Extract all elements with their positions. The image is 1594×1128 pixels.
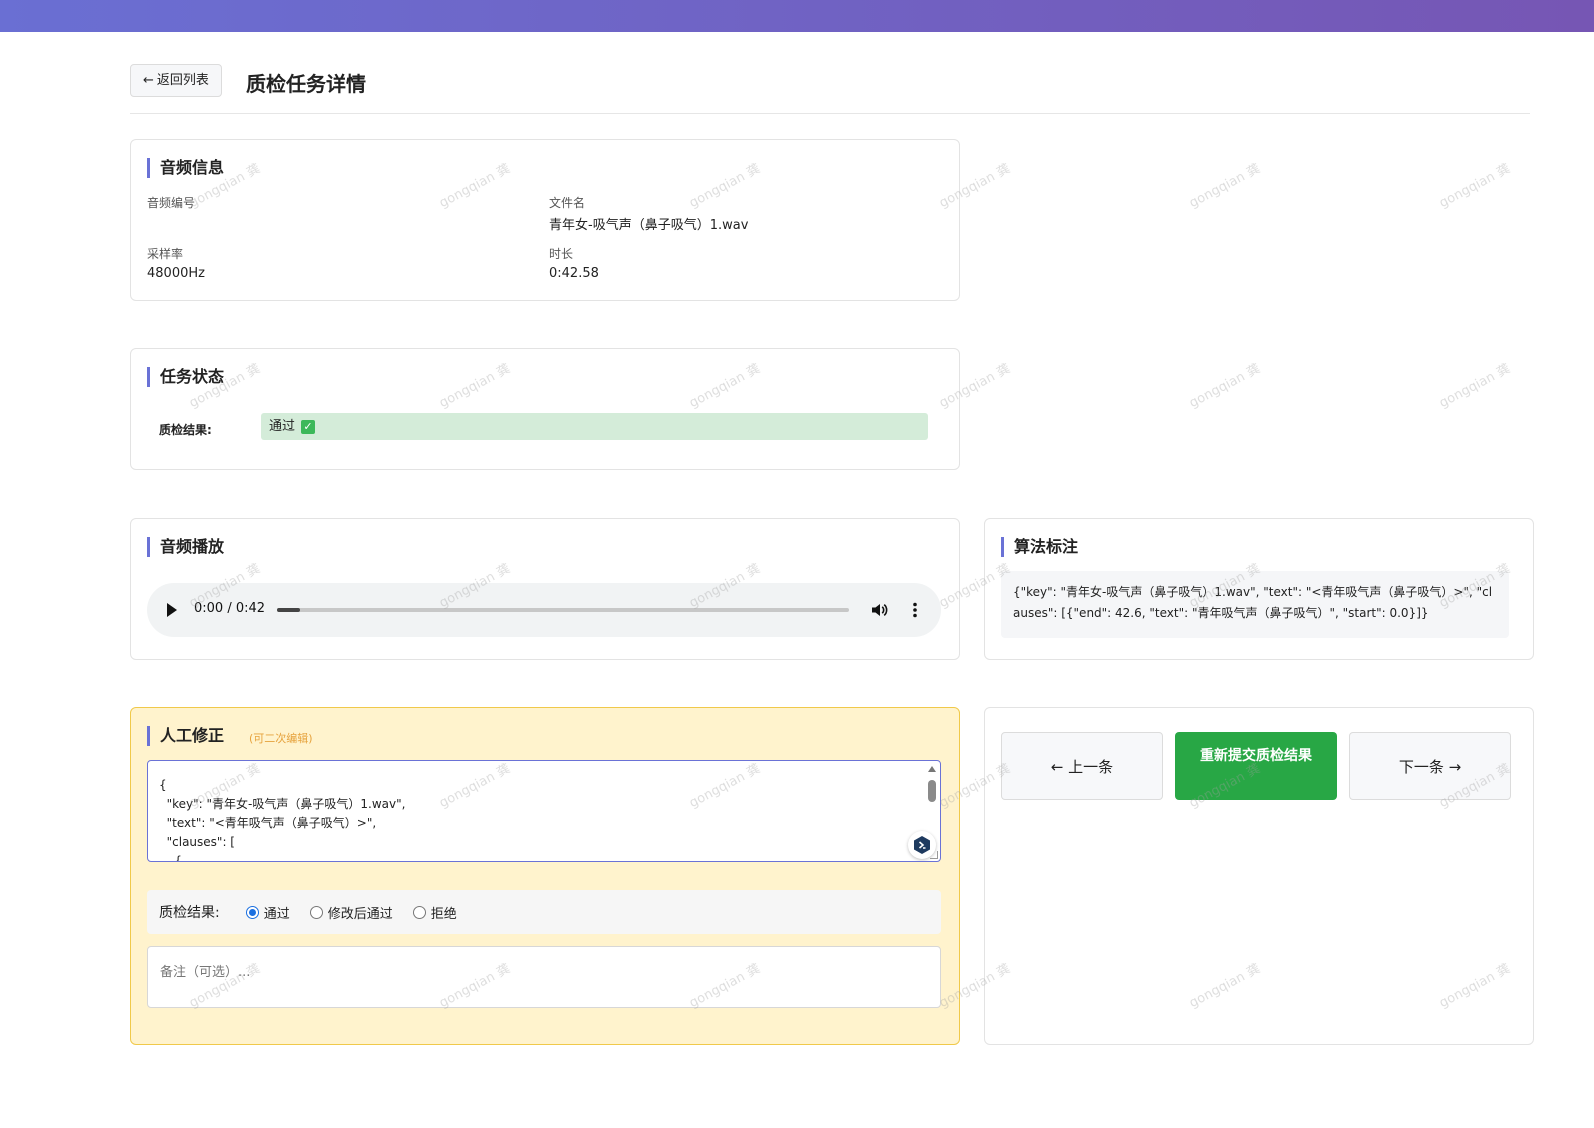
radio-pass-label: 通过 bbox=[263, 906, 290, 922]
json-editor-textarea[interactable]: { "key": "青年女-吸气声（鼻子吸气）1.wav", "text": "… bbox=[147, 760, 941, 862]
audio-info-title: 音频信息 bbox=[147, 158, 224, 178]
remark-textarea[interactable]: 备注（可选）... bbox=[147, 946, 941, 1008]
volume-icon[interactable] bbox=[869, 600, 889, 620]
watermark: gongqian 龚 bbox=[1186, 361, 1263, 412]
back-to-list-button[interactable]: ← 返回列表 bbox=[130, 64, 222, 97]
back-button-label: 返回列表 bbox=[156, 73, 209, 88]
manual-correction-title: 人工修正 bbox=[147, 726, 224, 746]
audio-progress-fill bbox=[277, 608, 300, 612]
top-gradient-bar bbox=[0, 0, 1594, 32]
page-title: 质检任务详情 bbox=[246, 72, 366, 96]
arrow-left-icon: ← bbox=[143, 73, 154, 88]
audio-id-label: 音频编号 bbox=[147, 196, 196, 210]
scroll-thumb[interactable] bbox=[928, 780, 936, 802]
samplerate-label: 采样率 bbox=[147, 247, 184, 261]
qc-radio-label: 质检结果: bbox=[159, 905, 220, 921]
page-header: ← 返回列表 质检任务详情 bbox=[130, 64, 1530, 114]
editable-hint: (可二次编辑) bbox=[249, 732, 313, 745]
algo-annotation-content: {"key": "青年女-吸气声（鼻子吸气）1.wav", "text": "<… bbox=[1001, 571, 1509, 638]
radio-pass-after-edit-circle[interactable] bbox=[309, 905, 323, 919]
json-line: { bbox=[159, 854, 182, 862]
duration-label: 时长 bbox=[549, 247, 574, 261]
audio-player: 0:00 / 0:42 bbox=[147, 583, 941, 637]
filename-label: 文件名 bbox=[549, 196, 586, 210]
play-icon[interactable] bbox=[167, 603, 177, 617]
algo-annotation-card: 算法标注 {"key": "青年女-吸气声（鼻子吸气）1.wav", "text… bbox=[984, 518, 1534, 660]
radio-pass-after-edit[interactable]: 修改后通过 bbox=[309, 903, 393, 922]
json-line: "text": "<青年吸气声（鼻子吸气）>", bbox=[159, 816, 377, 830]
qc-result-value: 通过 ✓ bbox=[261, 413, 928, 440]
radio-reject-label: 拒绝 bbox=[430, 906, 457, 922]
json-line: "key": "青年女-吸气声（鼻子吸气）1.wav", bbox=[159, 797, 406, 811]
manual-correction-card: 人工修正 (可二次编辑) { "key": "青年女-吸气声（鼻子吸气）1.wa… bbox=[130, 707, 960, 1045]
qc-result-text: 通过 bbox=[269, 419, 296, 434]
radio-pass-circle[interactable] bbox=[245, 905, 259, 919]
watermark: gongqian 龚 bbox=[1436, 361, 1513, 412]
filename-value: 青年女-吸气声（鼻子吸气）1.wav bbox=[549, 218, 749, 233]
actions-card: ← 上一条 重新提交质检结果 下一条 → bbox=[984, 707, 1534, 1045]
resubmit-qc-button[interactable]: 重新提交质检结果 bbox=[1175, 732, 1337, 800]
watermark: gongqian 龚 bbox=[1186, 161, 1263, 212]
watermark: gongqian 龚 bbox=[1436, 161, 1513, 212]
check-icon: ✓ bbox=[301, 419, 316, 434]
samplerate-value: 48000Hz bbox=[147, 266, 205, 281]
resize-grip-icon[interactable] bbox=[930, 851, 938, 859]
algo-annotation-title: 算法标注 bbox=[1001, 537, 1078, 557]
radio-pass[interactable]: 通过 bbox=[245, 903, 290, 922]
audio-time: 0:00 / 0:42 bbox=[194, 601, 266, 616]
task-status-title: 任务状态 bbox=[147, 367, 224, 387]
prev-item-button[interactable]: ← 上一条 bbox=[1001, 732, 1163, 800]
json-line: "clauses": [ bbox=[159, 835, 235, 849]
task-status-card: 任务状态 质检结果: 通过 ✓ bbox=[130, 348, 960, 470]
radio-reject[interactable]: 拒绝 bbox=[412, 903, 457, 922]
qc-result-label: 质检结果: bbox=[159, 423, 212, 437]
radio-reject-circle[interactable] bbox=[412, 905, 426, 919]
next-item-button[interactable]: 下一条 → bbox=[1349, 732, 1511, 800]
audio-player-title: 音频播放 bbox=[147, 537, 224, 557]
qc-result-radio-group: 质检结果: 通过 修改后通过 拒绝 bbox=[147, 890, 941, 934]
audio-player-card: 音频播放 0:00 / 0:42 bbox=[130, 518, 960, 660]
json-line: { bbox=[159, 778, 167, 792]
audio-progress-track[interactable] bbox=[277, 608, 849, 612]
radio-pass-after-edit-label: 修改后通过 bbox=[327, 906, 393, 922]
audio-info-card: 音频信息 音频编号 文件名 青年女-吸气声（鼻子吸气）1.wav 采样率 480… bbox=[130, 139, 960, 301]
more-options-icon[interactable] bbox=[905, 600, 925, 620]
scroll-up-arrow-icon[interactable] bbox=[928, 766, 936, 772]
duration-value: 0:42.58 bbox=[549, 266, 599, 281]
